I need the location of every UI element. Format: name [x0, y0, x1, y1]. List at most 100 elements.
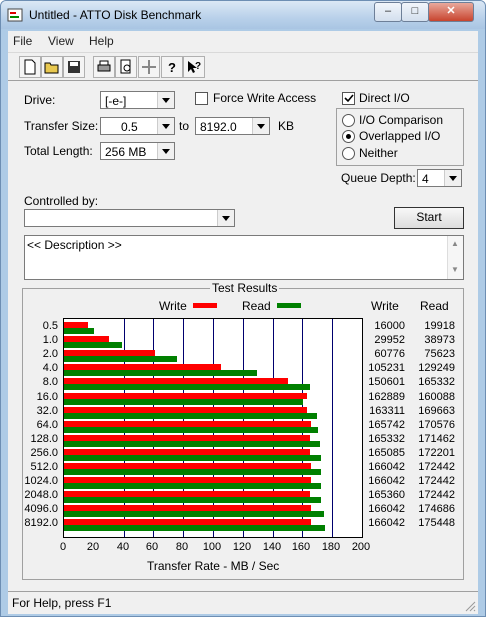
app-icon — [7, 8, 23, 22]
maximize-button[interactable]: □ — [401, 2, 429, 22]
read-value: 172442 — [418, 461, 455, 473]
close-icon: ✕ — [446, 5, 456, 17]
read-bar — [64, 399, 303, 405]
menu-help[interactable]: Help — [89, 34, 114, 48]
read-bar — [64, 356, 177, 362]
write-value: 16000 — [374, 320, 405, 332]
description-text: << Description >> — [27, 238, 122, 252]
y-tick-label: 512.0 — [30, 461, 58, 473]
new-document-icon — [24, 59, 36, 75]
chevron-down-icon[interactable] — [157, 143, 174, 159]
move-button[interactable] — [138, 56, 160, 78]
x-tick-label: 180 — [321, 541, 341, 553]
chevron-down-icon[interactable] — [217, 210, 234, 226]
transfer-rate-chart — [63, 318, 363, 538]
write-value: 166042 — [368, 517, 405, 529]
client-area: File View Help ? ? Drive: [-e-] Force Wr… — [8, 31, 478, 614]
y-tick-label: 4.0 — [42, 362, 58, 374]
to-label: to — [179, 119, 190, 133]
direct-io-checkbox[interactable] — [342, 92, 355, 105]
write-value: 29952 — [374, 334, 405, 346]
y-tick-label: 8192.0 — [24, 517, 58, 529]
close-button[interactable]: ✕ — [428, 2, 474, 22]
force-write-label: Force Write Access — [213, 91, 317, 105]
queue-depth-select[interactable]: 4 — [417, 169, 462, 187]
write-value: 162889 — [368, 391, 405, 403]
description-scrollbar[interactable]: ▲ ▼ — [447, 236, 463, 279]
context-help-icon: ? — [188, 61, 201, 73]
x-tick-label: 140 — [262, 541, 282, 553]
read-bar — [64, 525, 325, 531]
read-value: 174686 — [418, 503, 455, 515]
write-value: 105231 — [368, 362, 405, 374]
open-button[interactable] — [41, 56, 63, 78]
help-button[interactable]: ? — [161, 56, 183, 78]
read-value: 172442 — [418, 475, 455, 487]
transfer-size-from-select[interactable]: 0.5 — [100, 117, 175, 135]
overlapped-io-radio[interactable] — [342, 130, 355, 143]
save-button[interactable] — [63, 56, 85, 78]
drive-value: [-e-] — [105, 94, 127, 108]
transfer-to-value: 8192.0 — [200, 120, 237, 134]
x-tick-label: 160 — [291, 541, 311, 553]
status-bar: For Help, press F1 — [8, 591, 478, 614]
scroll-down-icon[interactable]: ▼ — [451, 265, 459, 274]
controlled-by-select[interactable] — [24, 209, 235, 227]
scroll-up-icon[interactable]: ▲ — [451, 239, 459, 248]
chevron-down-icon[interactable] — [157, 118, 174, 134]
chevron-down-icon[interactable] — [444, 170, 461, 186]
checkmark-icon — [344, 94, 354, 103]
chevron-down-icon[interactable] — [157, 92, 174, 108]
queue-depth-label: Queue Depth: — [341, 171, 416, 185]
force-write-checkbox[interactable] — [195, 92, 208, 105]
read-bar — [64, 511, 324, 517]
menu-file[interactable]: File — [13, 34, 32, 48]
toolbar: ? ? — [8, 52, 478, 81]
x-tick-label: 100 — [202, 541, 222, 553]
start-button[interactable]: Start — [394, 207, 464, 229]
menu-view[interactable]: View — [48, 34, 74, 48]
y-tick-label: 16.0 — [36, 391, 58, 403]
read-bar — [64, 483, 321, 489]
x-tick-label: 20 — [86, 541, 100, 553]
chevron-down-icon[interactable] — [252, 118, 269, 134]
transfer-from-value: 0.5 — [121, 120, 138, 134]
kb-label: KB — [278, 119, 295, 133]
controlled-by-label: Controlled by: — [24, 194, 99, 208]
io-comparison-radio[interactable] — [342, 114, 355, 127]
print-button[interactable] — [93, 56, 115, 78]
new-button[interactable] — [19, 56, 41, 78]
neither-radio[interactable] — [342, 147, 355, 160]
x-axis-label: Transfer Rate - MB / Sec — [147, 559, 280, 573]
read-value: 175448 — [418, 517, 455, 529]
write-value: 165332 — [368, 433, 405, 445]
description-field[interactable]: << Description >> ▲ ▼ — [24, 235, 464, 280]
x-tick-label: 200 — [351, 541, 371, 553]
write-value: 163311 — [369, 405, 405, 417]
title-bar[interactable]: Untitled - ATTO Disk Benchmark – □ ✕ — [1, 1, 485, 29]
start-label: Start — [416, 210, 442, 224]
status-text: For Help, press F1 — [12, 596, 112, 610]
read-value: 160088 — [418, 391, 455, 403]
print-preview-button[interactable] — [115, 56, 137, 78]
transfer-size-label: Transfer Size: — [24, 119, 99, 133]
read-value: 19918 — [424, 320, 455, 332]
y-tick-label: 1.0 — [42, 334, 58, 346]
total-length-label: Total Length: — [24, 144, 93, 158]
svg-text:?: ? — [168, 60, 176, 75]
svg-text:?: ? — [195, 61, 201, 72]
total-length-select[interactable]: 256 MB — [100, 142, 175, 160]
read-legend-label: Read — [242, 299, 271, 313]
write-value: 166042 — [368, 475, 405, 487]
drive-select[interactable]: [-e-] — [100, 91, 175, 109]
neither-label: Neither — [359, 146, 398, 160]
x-tick-label: 120 — [232, 541, 252, 553]
transfer-size-to-select[interactable]: 8192.0 — [195, 117, 270, 135]
minimize-button[interactable]: – — [374, 2, 402, 22]
y-tick-label: 2.0 — [42, 348, 58, 360]
app-window: Untitled - ATTO Disk Benchmark – □ ✕ Fil… — [0, 0, 486, 617]
resize-grip-icon[interactable] — [464, 600, 476, 612]
menu-bar: File View Help — [8, 31, 478, 51]
read-bar — [64, 427, 318, 433]
context-help-button[interactable]: ? — [183, 56, 205, 78]
